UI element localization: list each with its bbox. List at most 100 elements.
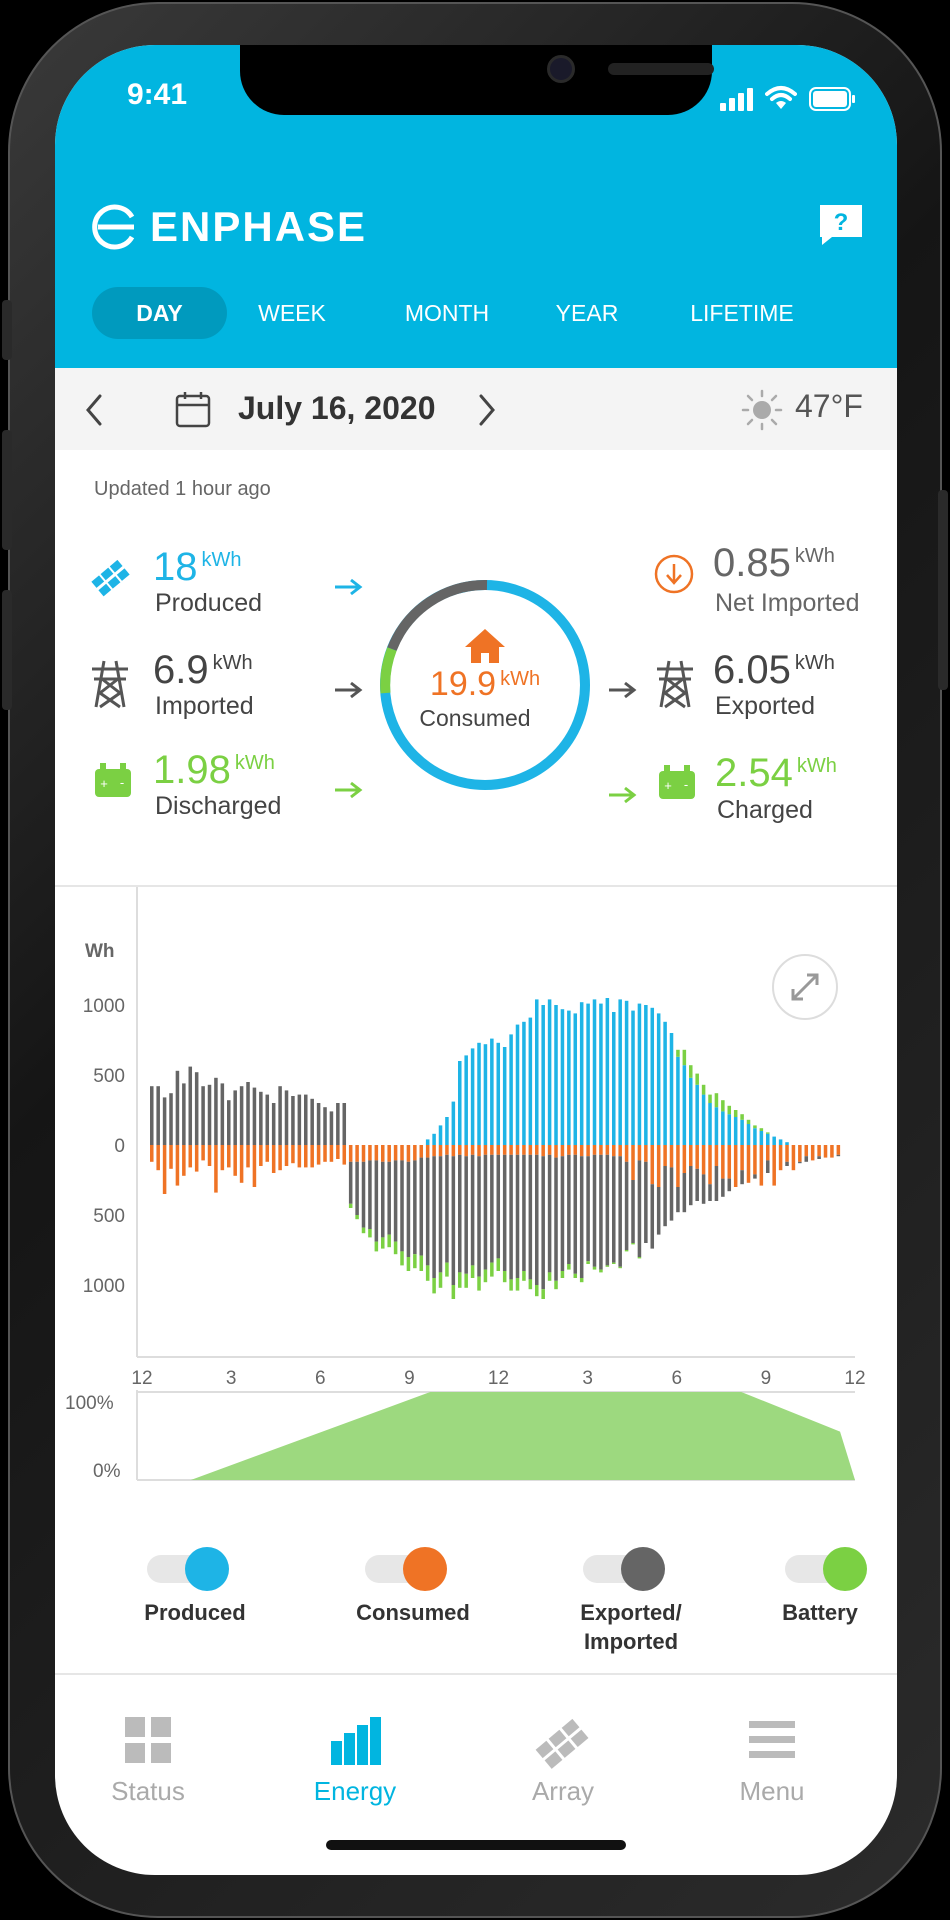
chevron-left-icon[interactable] [82,392,106,428]
battery-level-area [137,1392,855,1480]
tab-year[interactable]: YEAR [532,287,642,339]
consumed-bar [624,1145,629,1162]
imported-bar [406,1161,411,1257]
produced-bar [637,1003,642,1145]
imported-bar [708,1184,712,1201]
battery-bar [541,1289,545,1299]
consumed-bar [695,1145,699,1169]
exported-bar [329,1111,334,1145]
imported-bar [817,1156,821,1159]
consumed-bar [759,1145,764,1186]
consumed-bar [348,1145,353,1162]
arrow-discharged-icon [335,781,363,799]
net-imported-label: Net Imported [715,589,860,617]
consumed-bar [284,1145,289,1166]
tab-day[interactable]: DAY [92,287,227,339]
nav-status[interactable]: Status [68,1715,228,1807]
consumed-bar [419,1145,424,1158]
consumed-bar [297,1145,302,1168]
x-tick-label: 3 [582,1368,593,1387]
tab-month[interactable]: MONTH [382,287,512,339]
battery-bar [528,1279,533,1290]
consumed-bar [535,1145,539,1155]
grid-icon [125,1717,171,1763]
notch [240,45,714,115]
battery-bar [483,1269,488,1283]
consumed-bar [560,1145,565,1157]
consumed-bar [778,1145,783,1171]
nav-status-label: Status [111,1776,185,1806]
imported-bar [644,1161,648,1243]
consumed-bar [823,1145,828,1158]
exported-bar [169,1093,173,1145]
produced-bar [432,1133,436,1145]
calendar-icon[interactable] [175,390,211,428]
consumed-bar [162,1145,167,1194]
produced-bar [624,1000,629,1145]
imported-bar [599,1154,603,1270]
imported-bar [477,1156,481,1277]
svg-text:?: ? [834,209,849,236]
produced-bar [618,999,622,1145]
consumed-bar [393,1145,398,1161]
header: 9:41 ENPHASE ? DAY WEEK MONTH YEAR LIFET… [55,45,897,368]
discharged-value: 1.98 kWh [153,748,275,793]
consumed-bar [246,1145,250,1168]
imported-unit: kWh [212,652,253,674]
x-tick-label: 9 [761,1368,772,1387]
nav-menu[interactable]: Menu [692,1715,852,1807]
imported-bar [528,1154,533,1280]
help-icon[interactable]: ? [818,203,864,247]
chart-unit-label: Wh [85,941,115,962]
produced-value: 18 kWh [153,545,242,590]
consumed-bar [721,1145,725,1179]
nav-array[interactable]: Array [483,1715,643,1807]
discharged-label: Discharged [155,792,282,820]
nav-energy[interactable]: Energy [275,1715,435,1807]
consumed-bar [810,1145,815,1161]
battery-bar [740,1114,744,1120]
consumed-bar [740,1145,744,1171]
consumed-bar [798,1145,802,1162]
charged-value: 2.54 kWh [715,751,837,796]
consumed-bar [310,1145,314,1168]
produced-bar [605,998,610,1145]
consumed-bar [278,1145,282,1171]
y-tick-label: 500 [93,1066,125,1087]
produced-bar [612,1012,616,1145]
chevron-right-icon[interactable] [475,392,499,428]
consumed-bar [239,1145,244,1183]
toggle-battery[interactable] [785,1545,867,1591]
toggle-exported-imported[interactable] [583,1545,665,1591]
camera [547,55,575,83]
consumed-bar [618,1145,622,1157]
exported-bar [214,1077,218,1145]
imported-bar [701,1174,706,1204]
produced-label: Produced [155,589,263,617]
exported-bar [182,1083,186,1145]
home-icon [465,629,505,663]
consumed-bar [458,1145,462,1155]
chart-x-ticks: 12am36912pm36912am [131,1368,865,1387]
imported-bar [535,1154,539,1285]
imported-bar [656,1187,661,1235]
imported-bar [355,1161,359,1215]
produced-bar [772,1136,776,1145]
wifi-icon [765,86,797,109]
x-tick-label: 3 [226,1368,237,1387]
x-tick-label: 12 [844,1368,865,1387]
toggle-produced[interactable] [147,1545,229,1591]
tab-week[interactable]: WEEK [237,287,347,339]
tab-lifetime[interactable]: LIFETIME [667,287,817,339]
consumed-bar [791,1145,796,1171]
produced-bar [547,999,552,1145]
imported-bar [798,1161,802,1164]
consumed-bar [259,1145,263,1166]
consumed-bar [592,1145,597,1155]
expand-icon[interactable] [772,954,838,1020]
selected-date[interactable]: July 16, 2020 [238,390,435,427]
toggle-consumed[interactable] [365,1545,447,1591]
produced-bar [509,1034,513,1145]
legend-battery: Battery [782,1600,858,1625]
consumed-bar [573,1145,578,1155]
